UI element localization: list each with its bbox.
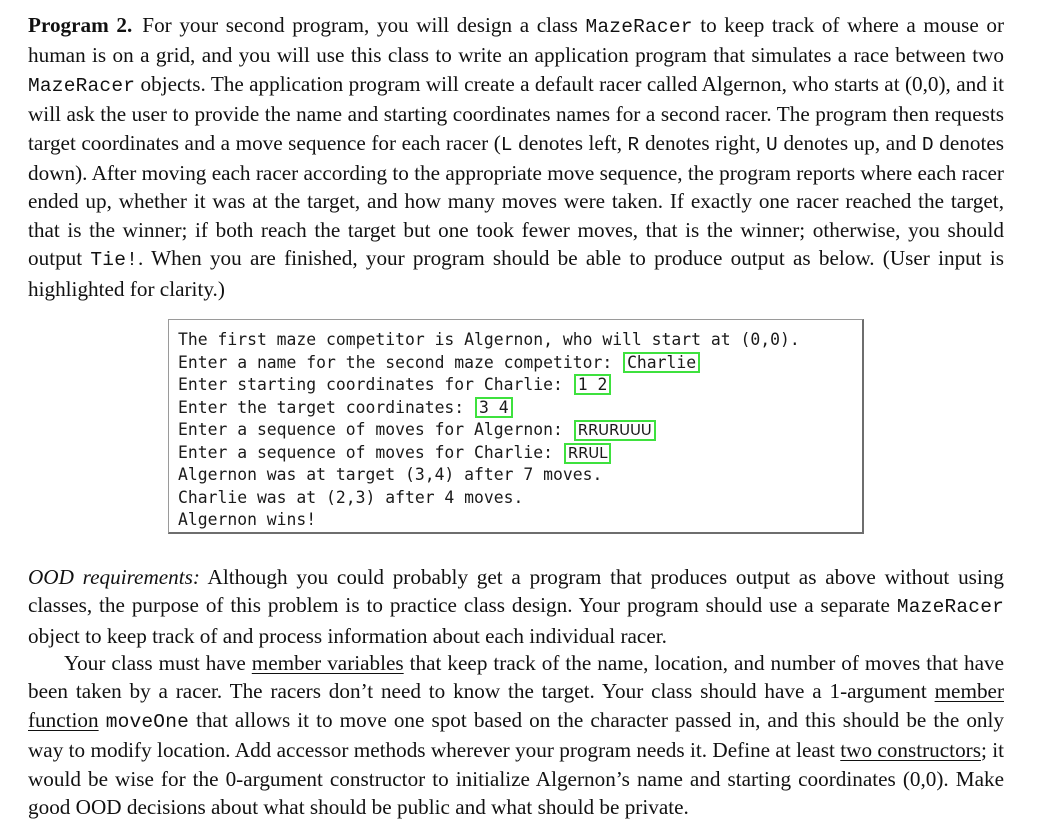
terminal-line: Enter a sequence of moves for Charlie: R… [178, 442, 862, 465]
terminal-line: Enter the target coordinates: 3 4 [178, 396, 862, 420]
terminal-prompt: Charlie was at (2,3) after 4 moves. [178, 487, 524, 507]
terminal-prompt: Algernon wins! [178, 510, 317, 529]
terminal-line: Algernon wins! [178, 509, 862, 532]
user-input-highlight: RRURUUU [573, 420, 656, 441]
text-run [99, 708, 106, 732]
inline-code: U [766, 133, 778, 156]
text-run: For your second program, you will design… [142, 13, 586, 37]
terminal-line: Algernon was at target (3,4) after 7 mov… [178, 464, 862, 487]
user-input-highlight: Charlie [623, 351, 701, 373]
underlined-term: member variables [251, 651, 404, 675]
user-input-highlight: 3 4 [475, 396, 513, 418]
sample-output-terminal: The first maze competitor is Algernon, w… [168, 319, 864, 534]
terminal-prompt: Algernon was at target (3,4) after 7 mov… [178, 465, 603, 484]
inline-code: MazeRacer [585, 16, 693, 38]
terminal-prompt: The first maze competitor is Algernon, w… [178, 330, 800, 349]
terminal-line: Enter a sequence of moves for Algernon: … [178, 419, 862, 442]
inline-code: MazeRacer [896, 596, 1004, 619]
program-description: Program 2. For your second program, you w… [28, 11, 1004, 303]
terminal-prompt: Enter a sequence of moves for Charlie: [178, 442, 563, 462]
inline-code: MazeRacer [28, 74, 136, 97]
terminal-prompt: Enter starting coordinates for Charlie: [178, 375, 573, 394]
ood-requirements: OOD requirements: Although you could pro… [28, 563, 1004, 650]
terminal-line: Charlie was at (2,3) after 4 moves. [178, 487, 862, 510]
text-run: denotes right, [639, 130, 767, 155]
user-input-highlight: RRUL [563, 442, 612, 464]
user-input-highlight: 1 2 [573, 374, 612, 395]
inline-code: Tie! [90, 249, 138, 272]
text-run: object to keep track of and process info… [28, 623, 667, 648]
text-run: denotes left, [512, 130, 628, 155]
text-run: denotes up, and [777, 130, 922, 155]
text-run: Your class must have [64, 651, 252, 675]
class-body: Your class must have member variables th… [28, 651, 1004, 819]
inline-code: R [627, 133, 640, 156]
terminal-prompt: Enter a name for the second maze competi… [178, 352, 623, 372]
inline-code: L [500, 133, 513, 156]
program-body: For your second program, you will design… [28, 13, 1004, 301]
terminal-line: Enter a name for the second maze competi… [178, 351, 862, 375]
inline-code: D [921, 133, 934, 156]
text-run: . When you are finished, your program sh… [28, 246, 1004, 301]
inline-code: moveOne [105, 710, 190, 733]
terminal-line: Enter starting coordinates for Charlie: … [178, 374, 862, 397]
terminal-prompt: Enter the target coordinates: [178, 397, 475, 417]
program-heading: Program 2. [28, 13, 133, 37]
ood-heading: OOD requirements: [28, 565, 200, 589]
terminal-prompt: Enter a sequence of moves for Algernon: [178, 420, 573, 439]
terminal-line: The first maze competitor is Algernon, w… [178, 329, 862, 352]
class-requirements: Your class must have member variables th… [28, 649, 1004, 821]
underlined-term: two constructors [840, 738, 981, 763]
